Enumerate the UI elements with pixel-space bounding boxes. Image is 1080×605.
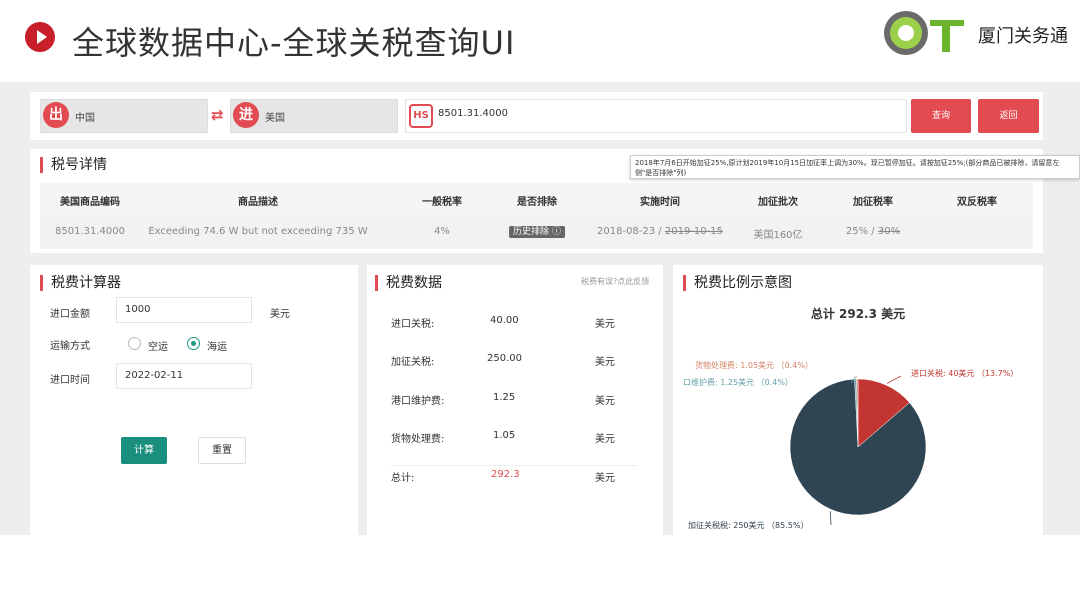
total-label: 总计:: [391, 473, 415, 484]
fee-row-harbor-fee: 港口维护费: 1.25 美元: [367, 392, 663, 422]
extra-rate-current: 25% /: [845, 226, 878, 237]
sea-radio-label[interactable]: 海运: [207, 338, 227, 353]
col-header-anti-rate: 双反税率: [957, 197, 997, 208]
col-header-extra-rate: 加征税率: [853, 197, 893, 208]
pie-label-line: [830, 511, 832, 526]
cell-general-rate: 4%: [434, 226, 450, 237]
fee-label: 港口维护费:: [391, 396, 445, 407]
rate-tooltip: 2018年7月6日开始加征25%,原计划2019年10月15日加征率上调为30%…: [630, 155, 1080, 179]
date-start: 2018-08-23 /: [597, 226, 665, 237]
feedback-link[interactable]: 税费有误?点此反馈: [581, 276, 649, 287]
fee-value: 250.00: [487, 353, 522, 364]
search-bar: 出 中国 ⇄ 进 美国 HS 8501.31.4000 查询 返回: [30, 92, 1043, 140]
pie-slice-label: 货物处理费: 1.05美元 （0.4%）: [695, 360, 813, 370]
fee-unit: 美元: [595, 319, 615, 330]
amount-unit: 美元: [270, 309, 290, 320]
calculate-button[interactable]: 计算: [121, 437, 167, 464]
table-header: 美国商品编码 商品描述 一般税率 是否排除 实施时间 加征批次 加征税率 双反税…: [40, 183, 1033, 215]
fee-data-panel: 税费数据 税费有误?点此反馈 进口关税: 40.00 美元 加征关税: 250.…: [367, 265, 663, 535]
amount-input[interactable]: 1000: [116, 297, 252, 323]
exclusion-history-tag[interactable]: 历史排除 ⓘ: [509, 224, 565, 238]
cell-date: 2018-08-23 / 2019-10-15: [597, 226, 723, 237]
col-header-desc: 商品描述: [238, 197, 278, 208]
amount-label: 进口金额: [50, 309, 90, 320]
cell-desc: Exceeding 74.6 W but not exceeding 735 W: [148, 226, 368, 237]
slide-title: 全球数据中心-全球关税查询UI: [72, 24, 516, 62]
fee-value: 40.00: [490, 315, 519, 326]
reset-button[interactable]: 重置: [198, 437, 246, 464]
brand-logo-icon: [884, 11, 964, 55]
fee-unit: 美元: [595, 357, 615, 368]
pie-slice-label: 进口关税: 40美元 （13.7%）: [911, 368, 1018, 378]
brand-name: 厦门关务通: [978, 26, 1068, 47]
air-radio-label[interactable]: 空运: [148, 338, 168, 353]
fee-row-extra-duty: 加征关税: 250.00 美元: [367, 353, 663, 383]
air-radio[interactable]: [128, 337, 141, 350]
fee-label: 进口关税:: [391, 319, 435, 330]
col-header-general-rate: 一般税率: [422, 197, 462, 208]
import-badge-icon: 进: [233, 102, 259, 128]
cell-extra-rate: 25% / 30%: [846, 226, 900, 237]
swap-icon[interactable]: ⇄: [211, 106, 224, 124]
back-button[interactable]: 返回: [978, 99, 1039, 133]
fee-data-title: 税费数据: [375, 275, 442, 291]
hs-code-input[interactable]: 8501.31.4000: [438, 108, 838, 119]
fee-pie-chart: 进口关税: 40美元 （13.7%） 加征关税税: 250美元 （85.5%） 口维…: [683, 360, 1018, 530]
pie-slice-label: 口维护费: 1.25美元 （0.4%）: [683, 377, 793, 387]
destination-country-select[interactable]: 进 美国: [230, 99, 398, 133]
total-unit: 美元: [595, 473, 615, 484]
destination-country-name: 美国: [265, 113, 285, 124]
fee-label: 货物处理费:: [391, 434, 445, 445]
info-icon: ⓘ: [551, 227, 561, 237]
fee-unit: 美元: [595, 434, 615, 445]
export-badge-icon: 出: [43, 102, 69, 128]
fee-divider: [391, 465, 637, 466]
date-end: 2019-10-15: [664, 226, 723, 237]
fee-label: 加征关税:: [391, 357, 435, 368]
slide-header: 全球数据中心-全球关税查询UI 厦门关务通: [0, 0, 1080, 80]
total-value: 292.3: [491, 469, 520, 480]
fee-row-total: 总计: 292.3 美元: [367, 469, 663, 499]
table-row: 8501.31.4000 Exceeding 74.6 W but not ex…: [40, 215, 1033, 249]
col-header-batch: 加征批次: [758, 197, 798, 208]
fee-ratio-panel: 税费比例示意图 总计 292.3 美元 进口关税: 40美元 （13.7%） 加征…: [673, 265, 1043, 535]
import-date-label: 进口时间: [50, 375, 90, 386]
import-date-input[interactable]: 2022-02-11: [116, 363, 252, 389]
cell-batch: 美国160亿: [753, 230, 803, 241]
tariff-detail-title: 税号详情: [40, 157, 107, 173]
fee-row-import-duty: 进口关税: 40.00 美元: [367, 315, 663, 345]
origin-country-name: 中国: [75, 113, 95, 124]
fee-value: 1.05: [493, 430, 516, 441]
slide-footer: [0, 535, 1080, 605]
transport-label: 运输方式: [50, 341, 90, 352]
app-screen: 出 中国 ⇄ 进 美国 HS 8501.31.4000 查询 返回 税号详情 美…: [0, 82, 1080, 535]
sea-radio[interactable]: [187, 337, 200, 350]
hs-icon: HS: [409, 104, 433, 128]
col-header-code: 美国商品编码: [60, 197, 120, 208]
exclusion-tag-label: 历史排除: [513, 227, 550, 237]
fee-value: 1.25: [493, 392, 516, 403]
extra-rate-old: 30%: [877, 226, 901, 237]
origin-country-select[interactable]: 出 中国: [40, 99, 208, 133]
hs-code-field[interactable]: HS 8501.31.4000: [405, 99, 907, 133]
pie-slice-label: 加征关税税: 250美元 （85.5%）: [688, 520, 808, 530]
fee-unit: 美元: [595, 396, 615, 407]
fee-calculator-panel: 税费计算器 进口金额 1000 美元 运输方式 空运 海运 进口时间 2022-…: [30, 265, 358, 535]
calculator-title: 税费计算器: [40, 275, 121, 291]
fee-row-processing-fee: 货物处理费: 1.05 美元: [367, 430, 663, 460]
col-header-exclusion: 是否排除: [517, 197, 557, 208]
query-button[interactable]: 查询: [911, 99, 971, 133]
pie-label-line: [886, 375, 902, 384]
cell-code: 8501.31.4000: [55, 226, 125, 237]
play-icon: [25, 22, 55, 52]
col-header-date: 实施时间: [640, 197, 680, 208]
